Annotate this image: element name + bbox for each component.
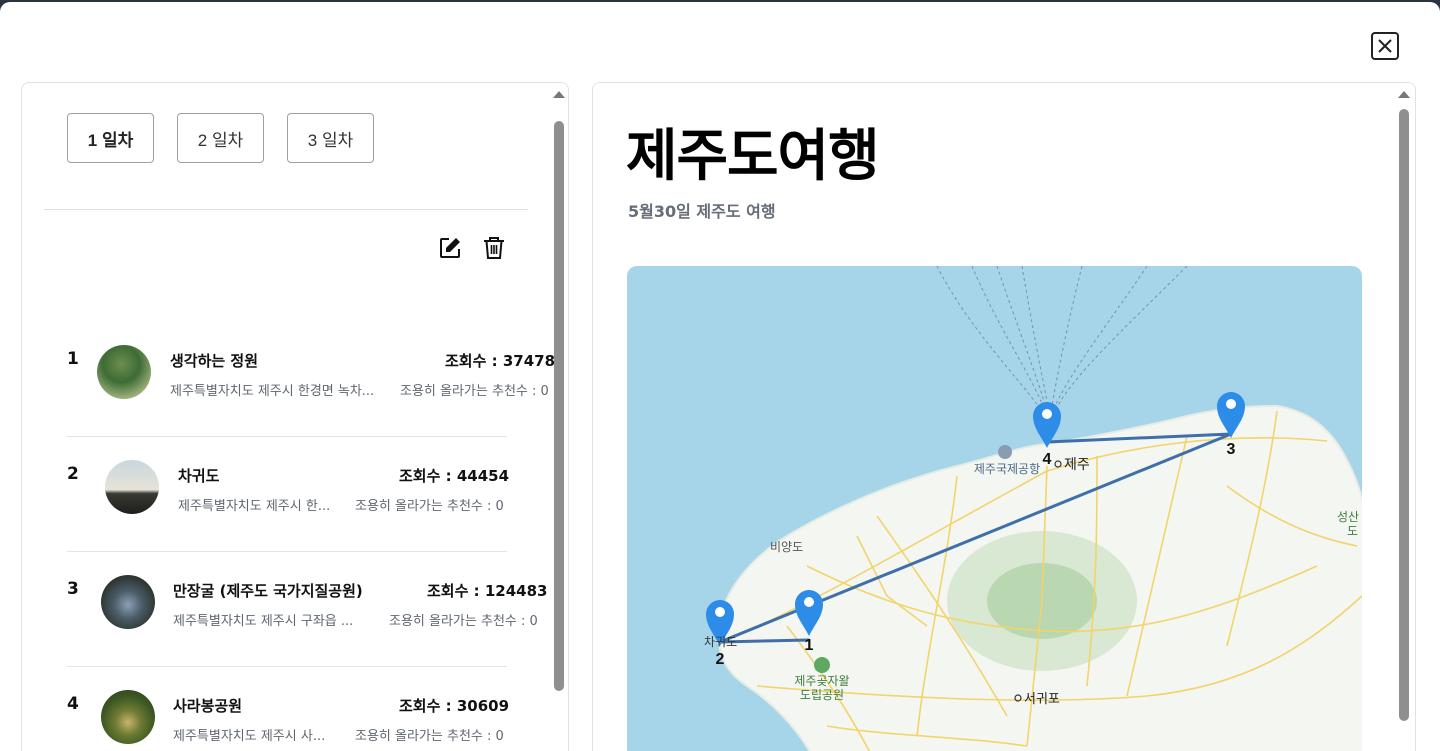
place-views: 조회수 : 30609: [399, 697, 510, 715]
close-icon: [1378, 39, 1392, 53]
place-number: 2: [67, 464, 79, 484]
place-item[interactable]: 4 사라봉공원 제주특별자치도 제주시 사... 조회수 : 30609 조용히…: [67, 690, 557, 751]
day-tabs: 1 일차 2 일차 3 일차: [67, 113, 374, 163]
place-address: 제주특별자치도 제주시 한...: [178, 499, 331, 514]
map-label-biyangdo: 비양도: [770, 540, 803, 554]
marker-label: 4: [1043, 451, 1052, 468]
divider: [67, 551, 507, 552]
place-number: 1: [67, 349, 79, 369]
map-label-airport: 제주국제공항: [974, 462, 1040, 476]
left-scrollbar[interactable]: [553, 91, 565, 711]
trip-detail-modal: 1 일차 2 일차 3 일차 1 생각하는 정원 제주특별자치도 제주시 한경면…: [0, 2, 1440, 751]
place-recommend: 조용히 올라가는 추천수 : 0: [355, 729, 504, 744]
place-address: 제주특별자치도 제주시 한경면 녹차...: [170, 384, 375, 399]
edit-icon: [440, 238, 460, 258]
place-views: 조회수 : 44454: [399, 467, 510, 485]
scroll-thumb[interactable]: [1399, 109, 1409, 721]
scroll-up-arrow[interactable]: [1398, 91, 1410, 98]
right-scrollbar[interactable]: [1398, 91, 1410, 721]
trip-detail-panel: 제주도여행 5월30일 제주도 여행 1 2 3 4 제주국제공항 제주 비양도…: [592, 82, 1416, 751]
itinerary-panel: 1 일차 2 일차 3 일차 1 생각하는 정원 제주특별자치도 제주시 한경면…: [21, 82, 569, 751]
place-address: 제주특별자치도 제주시 구좌읍 ...: [173, 614, 354, 629]
day-tab-1[interactable]: 1 일차: [67, 113, 154, 163]
divider: [44, 209, 528, 210]
marker-label: 1: [805, 637, 814, 654]
place-name: 차귀도: [178, 467, 220, 485]
map-label-jeju: 제주: [1064, 456, 1090, 472]
place-recommend: 조용히 올라가는 추천수 : 0: [389, 614, 538, 629]
park-icon: [814, 657, 830, 673]
page-title: 제주도여행: [626, 124, 880, 189]
map-canvas: 1 2 3 4 제주국제공항 제주 비양도 서귀포 제주곶자왈 도립공원 차귀도…: [704, 266, 1362, 751]
page-subtitle: 5월30일 제주도 여행: [628, 202, 776, 221]
scroll-thumb[interactable]: [554, 121, 564, 691]
place-views: 조회수 : 37478: [445, 352, 556, 370]
place-number: 3: [67, 579, 79, 599]
map-label-seongsan: 도: [1347, 524, 1358, 538]
place-thumbnail: [105, 460, 159, 514]
airport-icon: [998, 445, 1012, 459]
scroll-up-arrow[interactable]: [553, 91, 565, 98]
place-thumbnail: [97, 345, 151, 399]
map-label-seogwipo: 서귀포: [1024, 691, 1060, 706]
marker-label: 2: [716, 651, 725, 668]
map-label-park: 도립공원: [800, 688, 844, 702]
day-tab-3[interactable]: 3 일차: [287, 113, 374, 163]
place-recommend: 조용히 올라가는 추천수 : 0: [400, 384, 549, 399]
edit-button[interactable]: [437, 235, 463, 261]
divider: [67, 666, 507, 667]
marker-label: 3: [1227, 441, 1236, 458]
place-name: 만장굴 (제주도 국가지질공원): [173, 582, 363, 600]
day-tab-2[interactable]: 2 일차: [177, 113, 264, 163]
place-name: 생각하는 정원: [170, 352, 259, 370]
place-thumbnail: [101, 690, 155, 744]
place-item[interactable]: 2 차귀도 제주특별자치도 제주시 한... 조회수 : 44454 조용히 올…: [67, 460, 557, 540]
place-item[interactable]: 3 만장굴 (제주도 국가지질공원) 제주특별자치도 제주시 구좌읍 ... 조…: [67, 575, 557, 655]
divider: [67, 436, 507, 437]
place-item[interactable]: 1 생각하는 정원 제주특별자치도 제주시 한경면 녹차... 조회수 : 37…: [67, 345, 557, 425]
place-views: 조회수 : 124483: [427, 582, 548, 600]
close-button[interactable]: [1371, 32, 1399, 60]
place-number: 4: [67, 694, 79, 714]
map-label-chagwido: 차귀도: [704, 635, 737, 649]
route-map[interactable]: 1 2 3 4 제주국제공항 제주 비양도 서귀포 제주곶자왈 도립공원 차귀도…: [627, 266, 1362, 751]
place-thumbnail: [101, 575, 155, 629]
map-label-park: 제주곶자왈: [794, 674, 849, 688]
place-recommend: 조용히 올라가는 추천수 : 0: [355, 499, 504, 514]
place-address: 제주특별자치도 제주시 사...: [173, 729, 326, 744]
place-name: 사라봉공원: [173, 697, 243, 715]
delete-button[interactable]: [481, 235, 507, 261]
map-label-seongsan: 성산: [1337, 510, 1359, 524]
trash-icon: [484, 237, 504, 259]
